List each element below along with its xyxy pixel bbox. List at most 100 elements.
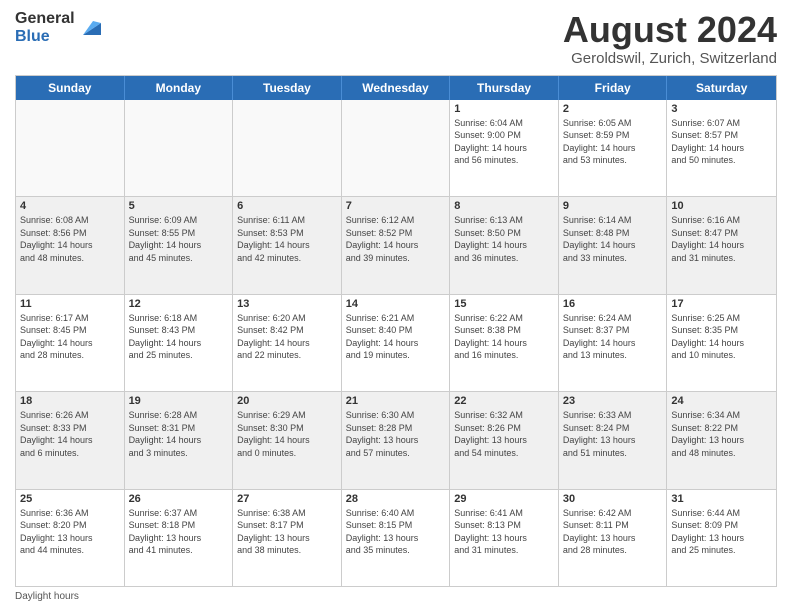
day-number: 24 <box>671 395 772 407</box>
calendar-cell: 9 Sunrise: 6:14 AM Sunset: 8:48 PM Daylig… <box>559 197 668 293</box>
day-number: 21 <box>346 395 446 407</box>
day-info: Sunrise: 6:05 AM Sunset: 8:59 PM Dayligh… <box>563 117 663 167</box>
day-info: Sunrise: 6:28 AM Sunset: 8:31 PM Dayligh… <box>129 409 229 459</box>
day-info: Sunrise: 6:17 AM Sunset: 8:45 PM Dayligh… <box>20 312 120 362</box>
day-number: 26 <box>129 493 229 505</box>
day-number: 12 <box>129 298 229 310</box>
calendar-row: 4 Sunrise: 6:08 AM Sunset: 8:56 PM Daylig… <box>16 197 776 294</box>
day-info: Sunrise: 6:09 AM Sunset: 8:55 PM Dayligh… <box>129 214 229 264</box>
logo-general: General <box>15 10 75 28</box>
day-info: Sunrise: 6:36 AM Sunset: 8:20 PM Dayligh… <box>20 507 120 557</box>
header: General Blue August 2024 Geroldswil, Zur… <box>15 10 777 67</box>
calendar-cell: 14Sunrise: 6:21 AM Sunset: 8:40 PM Dayli… <box>342 295 451 391</box>
header-day-tuesday: Tuesday <box>233 76 342 100</box>
day-info: Sunrise: 6:16 AM Sunset: 8:47 PM Dayligh… <box>671 214 772 264</box>
day-number: 27 <box>237 493 337 505</box>
calendar-row: 11 Sunrise: 6:17 AM Sunset: 8:45 PM Dayli… <box>16 295 776 392</box>
day-number: 10 <box>671 200 772 212</box>
calendar-row: 25Sunrise: 6:36 AM Sunset: 8:20 PM Dayli… <box>16 490 776 586</box>
calendar-cell <box>233 100 342 196</box>
header-day-monday: Monday <box>125 76 234 100</box>
logo: General Blue <box>15 10 101 45</box>
calendar-cell <box>16 100 125 196</box>
day-info: Sunrise: 6:22 AM Sunset: 8:38 PM Dayligh… <box>454 312 554 362</box>
footer-note: Daylight hours <box>15 591 777 602</box>
calendar-cell: 1 Sunrise: 6:04 AM Sunset: 9:00 PM Daylig… <box>450 100 559 196</box>
day-number: 18 <box>20 395 120 407</box>
header-day-saturday: Saturday <box>667 76 776 100</box>
day-number: 23 <box>563 395 663 407</box>
calendar-cell: 30 Sunrise: 6:42 AM Sunset: 8:11 PM Dayli… <box>559 490 668 586</box>
calendar-cell: 17 Sunrise: 6:25 AM Sunset: 8:35 PM Dayli… <box>667 295 776 391</box>
day-number: 8 <box>454 200 554 212</box>
calendar-cell: 16 Sunrise: 6:24 AM Sunset: 8:37 PM Dayli… <box>559 295 668 391</box>
day-number: 4 <box>20 200 120 212</box>
calendar-cell: 22Sunrise: 6:32 AM Sunset: 8:26 PM Dayli… <box>450 392 559 488</box>
day-info: Sunrise: 6:44 AM Sunset: 8:09 PM Dayligh… <box>671 507 772 557</box>
calendar-cell: 2 Sunrise: 6:05 AM Sunset: 8:59 PM Daylig… <box>559 100 668 196</box>
calendar-cell: 5 Sunrise: 6:09 AM Sunset: 8:55 PM Daylig… <box>125 197 234 293</box>
calendar-cell: 26 Sunrise: 6:37 AM Sunset: 8:18 PM Dayli… <box>125 490 234 586</box>
day-info: Sunrise: 6:26 AM Sunset: 8:33 PM Dayligh… <box>20 409 120 459</box>
calendar-cell: 24Sunrise: 6:34 AM Sunset: 8:22 PM Dayli… <box>667 392 776 488</box>
day-number: 2 <box>563 103 663 115</box>
day-info: Sunrise: 6:30 AM Sunset: 8:28 PM Dayligh… <box>346 409 446 459</box>
day-number: 5 <box>129 200 229 212</box>
calendar-header: SundayMondayTuesdayWednesdayThursdayFrid… <box>16 76 776 100</box>
calendar-cell: 6 Sunrise: 6:11 AM Sunset: 8:53 PM Daylig… <box>233 197 342 293</box>
day-number: 31 <box>671 493 772 505</box>
day-info: Sunrise: 6:07 AM Sunset: 8:57 PM Dayligh… <box>671 117 772 167</box>
calendar-cell <box>342 100 451 196</box>
day-number: 1 <box>454 103 554 115</box>
day-number: 19 <box>129 395 229 407</box>
day-number: 6 <box>237 200 337 212</box>
calendar-cell: 27 Sunrise: 6:38 AM Sunset: 8:17 PM Dayli… <box>233 490 342 586</box>
logo-icon <box>79 17 101 39</box>
day-number: 9 <box>563 200 663 212</box>
calendar-cell: 15 Sunrise: 6:22 AM Sunset: 8:38 PM Dayli… <box>450 295 559 391</box>
calendar-cell: 8Sunrise: 6:13 AM Sunset: 8:50 PM Daylig… <box>450 197 559 293</box>
header-day-friday: Friday <box>559 76 668 100</box>
day-number: 30 <box>563 493 663 505</box>
day-number: 13 <box>237 298 337 310</box>
calendar-cell: 12Sunrise: 6:18 AM Sunset: 8:43 PM Dayli… <box>125 295 234 391</box>
calendar-cell: 13Sunrise: 6:20 AM Sunset: 8:42 PM Dayli… <box>233 295 342 391</box>
calendar-cell: 18 Sunrise: 6:26 AM Sunset: 8:33 PM Dayli… <box>16 392 125 488</box>
day-number: 20 <box>237 395 337 407</box>
day-info: Sunrise: 6:33 AM Sunset: 8:24 PM Dayligh… <box>563 409 663 459</box>
calendar-cell: 29Sunrise: 6:41 AM Sunset: 8:13 PM Dayli… <box>450 490 559 586</box>
calendar-cell: 23 Sunrise: 6:33 AM Sunset: 8:24 PM Dayli… <box>559 392 668 488</box>
day-info: Sunrise: 6:08 AM Sunset: 8:56 PM Dayligh… <box>20 214 120 264</box>
day-info: Sunrise: 6:04 AM Sunset: 9:00 PM Dayligh… <box>454 117 554 167</box>
day-number: 11 <box>20 298 120 310</box>
calendar-cell: 28Sunrise: 6:40 AM Sunset: 8:15 PM Dayli… <box>342 490 451 586</box>
day-number: 7 <box>346 200 446 212</box>
calendar-cell: 21 Sunrise: 6:30 AM Sunset: 8:28 PM Dayli… <box>342 392 451 488</box>
calendar-row: 18 Sunrise: 6:26 AM Sunset: 8:33 PM Dayli… <box>16 392 776 489</box>
day-number: 15 <box>454 298 554 310</box>
day-info: Sunrise: 6:24 AM Sunset: 8:37 PM Dayligh… <box>563 312 663 362</box>
calendar-cell: 3Sunrise: 6:07 AM Sunset: 8:57 PM Daylig… <box>667 100 776 196</box>
day-info: Sunrise: 6:37 AM Sunset: 8:18 PM Dayligh… <box>129 507 229 557</box>
day-number: 16 <box>563 298 663 310</box>
calendar-cell: 19 Sunrise: 6:28 AM Sunset: 8:31 PM Dayli… <box>125 392 234 488</box>
day-info: Sunrise: 6:11 AM Sunset: 8:53 PM Dayligh… <box>237 214 337 264</box>
calendar-cell: 7 Sunrise: 6:12 AM Sunset: 8:52 PM Daylig… <box>342 197 451 293</box>
header-day-thursday: Thursday <box>450 76 559 100</box>
logo-blue: Blue <box>15 28 75 46</box>
calendar-cell <box>125 100 234 196</box>
page: General Blue August 2024 Geroldswil, Zur… <box>0 0 792 612</box>
header-day-sunday: Sunday <box>16 76 125 100</box>
subtitle: Geroldswil, Zurich, Switzerland <box>563 50 777 67</box>
calendar-cell: 10 Sunrise: 6:16 AM Sunset: 8:47 PM Dayli… <box>667 197 776 293</box>
day-info: Sunrise: 6:12 AM Sunset: 8:52 PM Dayligh… <box>346 214 446 264</box>
calendar-cell: 4 Sunrise: 6:08 AM Sunset: 8:56 PM Daylig… <box>16 197 125 293</box>
day-number: 14 <box>346 298 446 310</box>
calendar-cell: 20Sunrise: 6:29 AM Sunset: 8:30 PM Dayli… <box>233 392 342 488</box>
day-number: 17 <box>671 298 772 310</box>
calendar: SundayMondayTuesdayWednesdayThursdayFrid… <box>15 75 777 587</box>
day-info: Sunrise: 6:42 AM Sunset: 8:11 PM Dayligh… <box>563 507 663 557</box>
day-info: Sunrise: 6:38 AM Sunset: 8:17 PM Dayligh… <box>237 507 337 557</box>
day-info: Sunrise: 6:14 AM Sunset: 8:48 PM Dayligh… <box>563 214 663 264</box>
day-info: Sunrise: 6:25 AM Sunset: 8:35 PM Dayligh… <box>671 312 772 362</box>
